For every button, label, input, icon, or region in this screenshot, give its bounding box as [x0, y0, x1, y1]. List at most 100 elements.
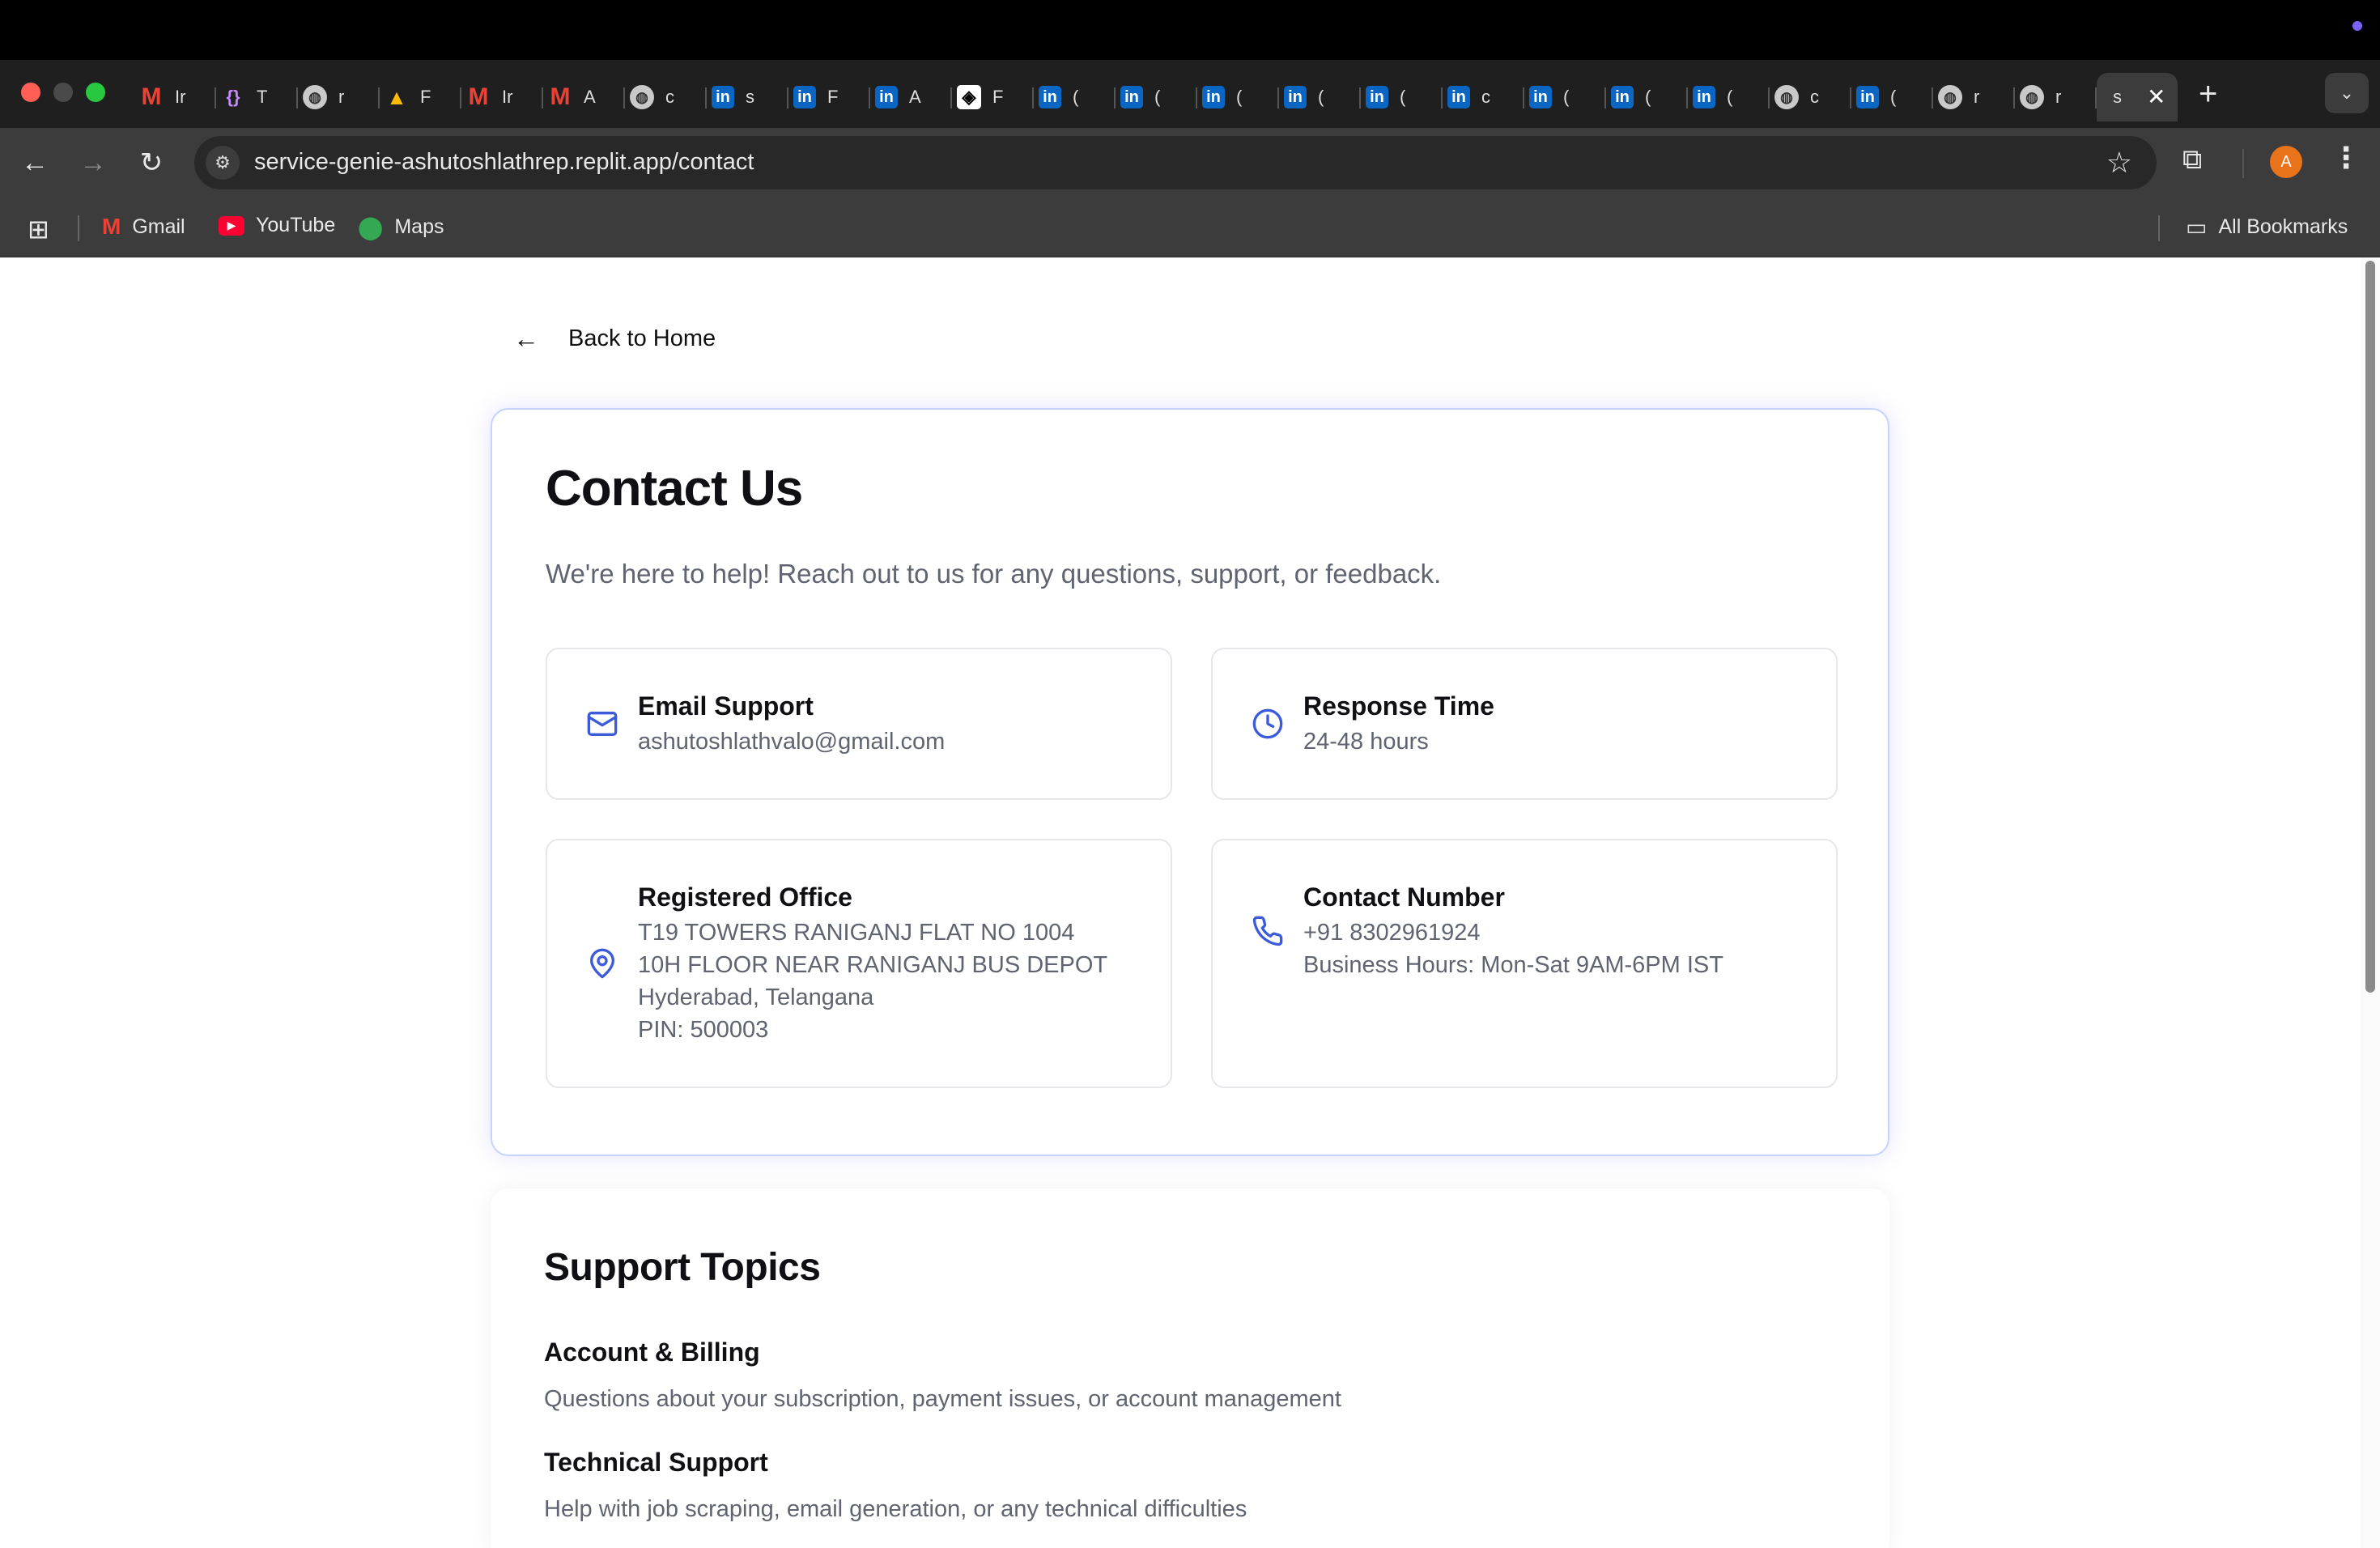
more-menu-icon[interactable]: ⋮	[2331, 141, 2361, 175]
browser-tab[interactable]: MA	[543, 73, 625, 121]
browser-tab[interactable]: M Ir	[461, 73, 543, 121]
gmail-icon: M	[468, 83, 489, 110]
tab-title: (	[1073, 87, 1079, 107]
tab-title: (	[1400, 87, 1406, 107]
browser-tab[interactable]: ◍ c	[625, 73, 707, 121]
browser-tab[interactable]: ▲ F	[380, 73, 461, 121]
browser-toolbar: ← → ↻ ⚙ service-genie-ashutoshlathrep.re…	[0, 128, 2380, 198]
tab-title: Ir	[175, 87, 186, 107]
linkedin-icon: in	[1611, 86, 1634, 108]
globe-icon: ◍	[2020, 85, 2044, 109]
back-link-label: Back to Home	[568, 325, 716, 351]
linkedin-icon: in	[712, 86, 734, 108]
tab-title: r	[338, 87, 345, 107]
tab-title: F	[992, 87, 1004, 107]
tab-title: F	[420, 87, 431, 107]
drive-icon: ▲	[386, 84, 407, 109]
address-line: Hyderabad, Telangana	[638, 985, 874, 1010]
tab-title: A	[584, 87, 596, 107]
bookmark-star-icon[interactable]: ☆	[2106, 146, 2132, 180]
phone-number[interactable]: +91 8302961924	[1303, 920, 1481, 946]
active-browser-tab[interactable]: s ✕	[2097, 73, 2178, 121]
tab-title: (	[1645, 87, 1651, 107]
bookmarks-bar: ⊞ M Gmail ▶ YouTube ⬤ Maps ▭ All Bookmar…	[0, 198, 2380, 257]
forward-button[interactable]: →	[74, 144, 112, 181]
intro-text: We're here to help! Reach out to us for …	[546, 559, 1442, 589]
maximize-window-button[interactable]	[86, 83, 105, 102]
browser-tab[interactable]: in (	[1361, 73, 1443, 121]
tab-title: c	[665, 87, 674, 107]
browser-tab[interactable]: M Ir	[134, 73, 216, 121]
bookmark-divider	[78, 215, 79, 241]
browser-tab[interactable]: ◈ F	[952, 73, 1034, 121]
page-scrollbar[interactable]	[2361, 257, 2380, 1548]
address-line: 10H FLOOR NEAR RANIGANJ BUS DEPOT	[638, 952, 1108, 978]
tab-title: (	[1727, 87, 1733, 107]
profile-avatar[interactable]: A	[2270, 146, 2302, 178]
close-tab-icon[interactable]: ✕	[2147, 86, 2165, 108]
minimize-window-button[interactable]	[53, 83, 73, 102]
system-bar	[0, 0, 2380, 60]
browser-tab[interactable]: in (	[1688, 73, 1770, 121]
status-dot-icon	[2352, 21, 2362, 31]
globe-icon: ◍	[1938, 85, 1962, 109]
arrow-left-icon: ←	[513, 324, 539, 353]
bookmark-gmail[interactable]: M Gmail	[102, 214, 185, 240]
browser-tab[interactable]: ◍ r	[2015, 73, 2097, 121]
support-topics-title: Support Topics	[544, 1246, 821, 1289]
tab-title: F	[827, 87, 839, 107]
map-pin-icon	[590, 948, 614, 979]
back-to-home-link[interactable]: ← Back to Home	[513, 324, 716, 354]
phone-icon	[1252, 916, 1283, 946]
browser-tab[interactable]: in F	[788, 73, 870, 121]
topic-title: Account & Billing	[544, 1337, 760, 1367]
new-tab-button[interactable]: +	[2199, 76, 2217, 113]
tab-search-button[interactable]: ⌄	[2325, 73, 2369, 113]
browser-tab[interactable]: {} T	[216, 73, 298, 121]
browser-tab[interactable]: in (	[1606, 73, 1688, 121]
back-button[interactable]: ←	[16, 144, 53, 181]
page-content: ← Back to Home Contact Us We're here to …	[0, 257, 2380, 1548]
scrollbar-thumb[interactable]	[2365, 261, 2375, 993]
browser-tab[interactable]: in s	[707, 73, 788, 121]
browser-tab[interactable]: in (	[1197, 73, 1279, 121]
registered-office-box: Registered Office T19 TOWERS RANIGANJ FL…	[546, 839, 1172, 1088]
all-bookmarks-button[interactable]: ▭ All Bookmarks	[2186, 214, 2348, 240]
notion-icon: ◈	[957, 85, 981, 109]
address-bar[interactable]: ⚙ service-genie-ashutoshlathrep.replit.a…	[194, 136, 2157, 189]
tab-title: (	[1236, 87, 1243, 107]
contact-card: Contact Us We're here to help! Reach out…	[491, 408, 1889, 1156]
support-topics-card: Support Topics Account & Billing Questio…	[491, 1189, 1889, 1548]
linkedin-icon: in	[1447, 86, 1470, 108]
bookmark-label: All Bookmarks	[2218, 215, 2348, 238]
tab-title: (	[1318, 87, 1324, 107]
browser-tab[interactable]: in (	[1524, 73, 1606, 121]
linkedin-icon: in	[1856, 86, 1879, 108]
toolbar-divider	[2242, 149, 2244, 178]
browser-tab[interactable]: in (	[1851, 73, 1933, 121]
bookmark-maps[interactable]: ⬤ Maps	[358, 214, 444, 240]
browser-tab[interactable]: in (	[1034, 73, 1116, 121]
browser-tab[interactable]: in (	[1116, 73, 1197, 121]
reload-button[interactable]: ↻	[133, 144, 170, 181]
close-window-button[interactable]	[21, 83, 40, 102]
email-address[interactable]: ashutoshlathvalo@gmail.com	[638, 729, 945, 755]
url-host: service-genie-ashutoshlathrep.replit.app	[254, 149, 672, 175]
apps-grid-icon[interactable]: ⊞	[28, 214, 49, 245]
extensions-puzzle-icon[interactable]: ⧉	[2182, 144, 2202, 176]
bookmark-youtube[interactable]: ▶ YouTube	[219, 214, 335, 237]
tab-strip: M Ir {} T ◍ r ▲ F M Ir MA ◍ c in s in F in A ◈ F i…	[0, 60, 2380, 128]
browser-tab[interactable]: ◍ c	[1770, 73, 1851, 121]
page-title: Contact Us	[546, 461, 803, 517]
site-info-button[interactable]: ⚙	[206, 146, 240, 180]
browser-tab[interactable]: in A	[870, 73, 952, 121]
browser-tab[interactable]: ◍ r	[1933, 73, 2015, 121]
arrow-right-icon: →	[79, 147, 107, 178]
browser-tab[interactable]: in c	[1443, 73, 1524, 121]
browser-tab[interactable]: in (	[1279, 73, 1361, 121]
tab-title: (	[1890, 87, 1897, 107]
url-text[interactable]: service-genie-ashutoshlathrep.replit.app…	[254, 149, 754, 176]
mail-icon	[587, 712, 618, 736]
browser-tab[interactable]: ◍ r	[298, 73, 380, 121]
bookmark-divider	[2158, 215, 2160, 241]
